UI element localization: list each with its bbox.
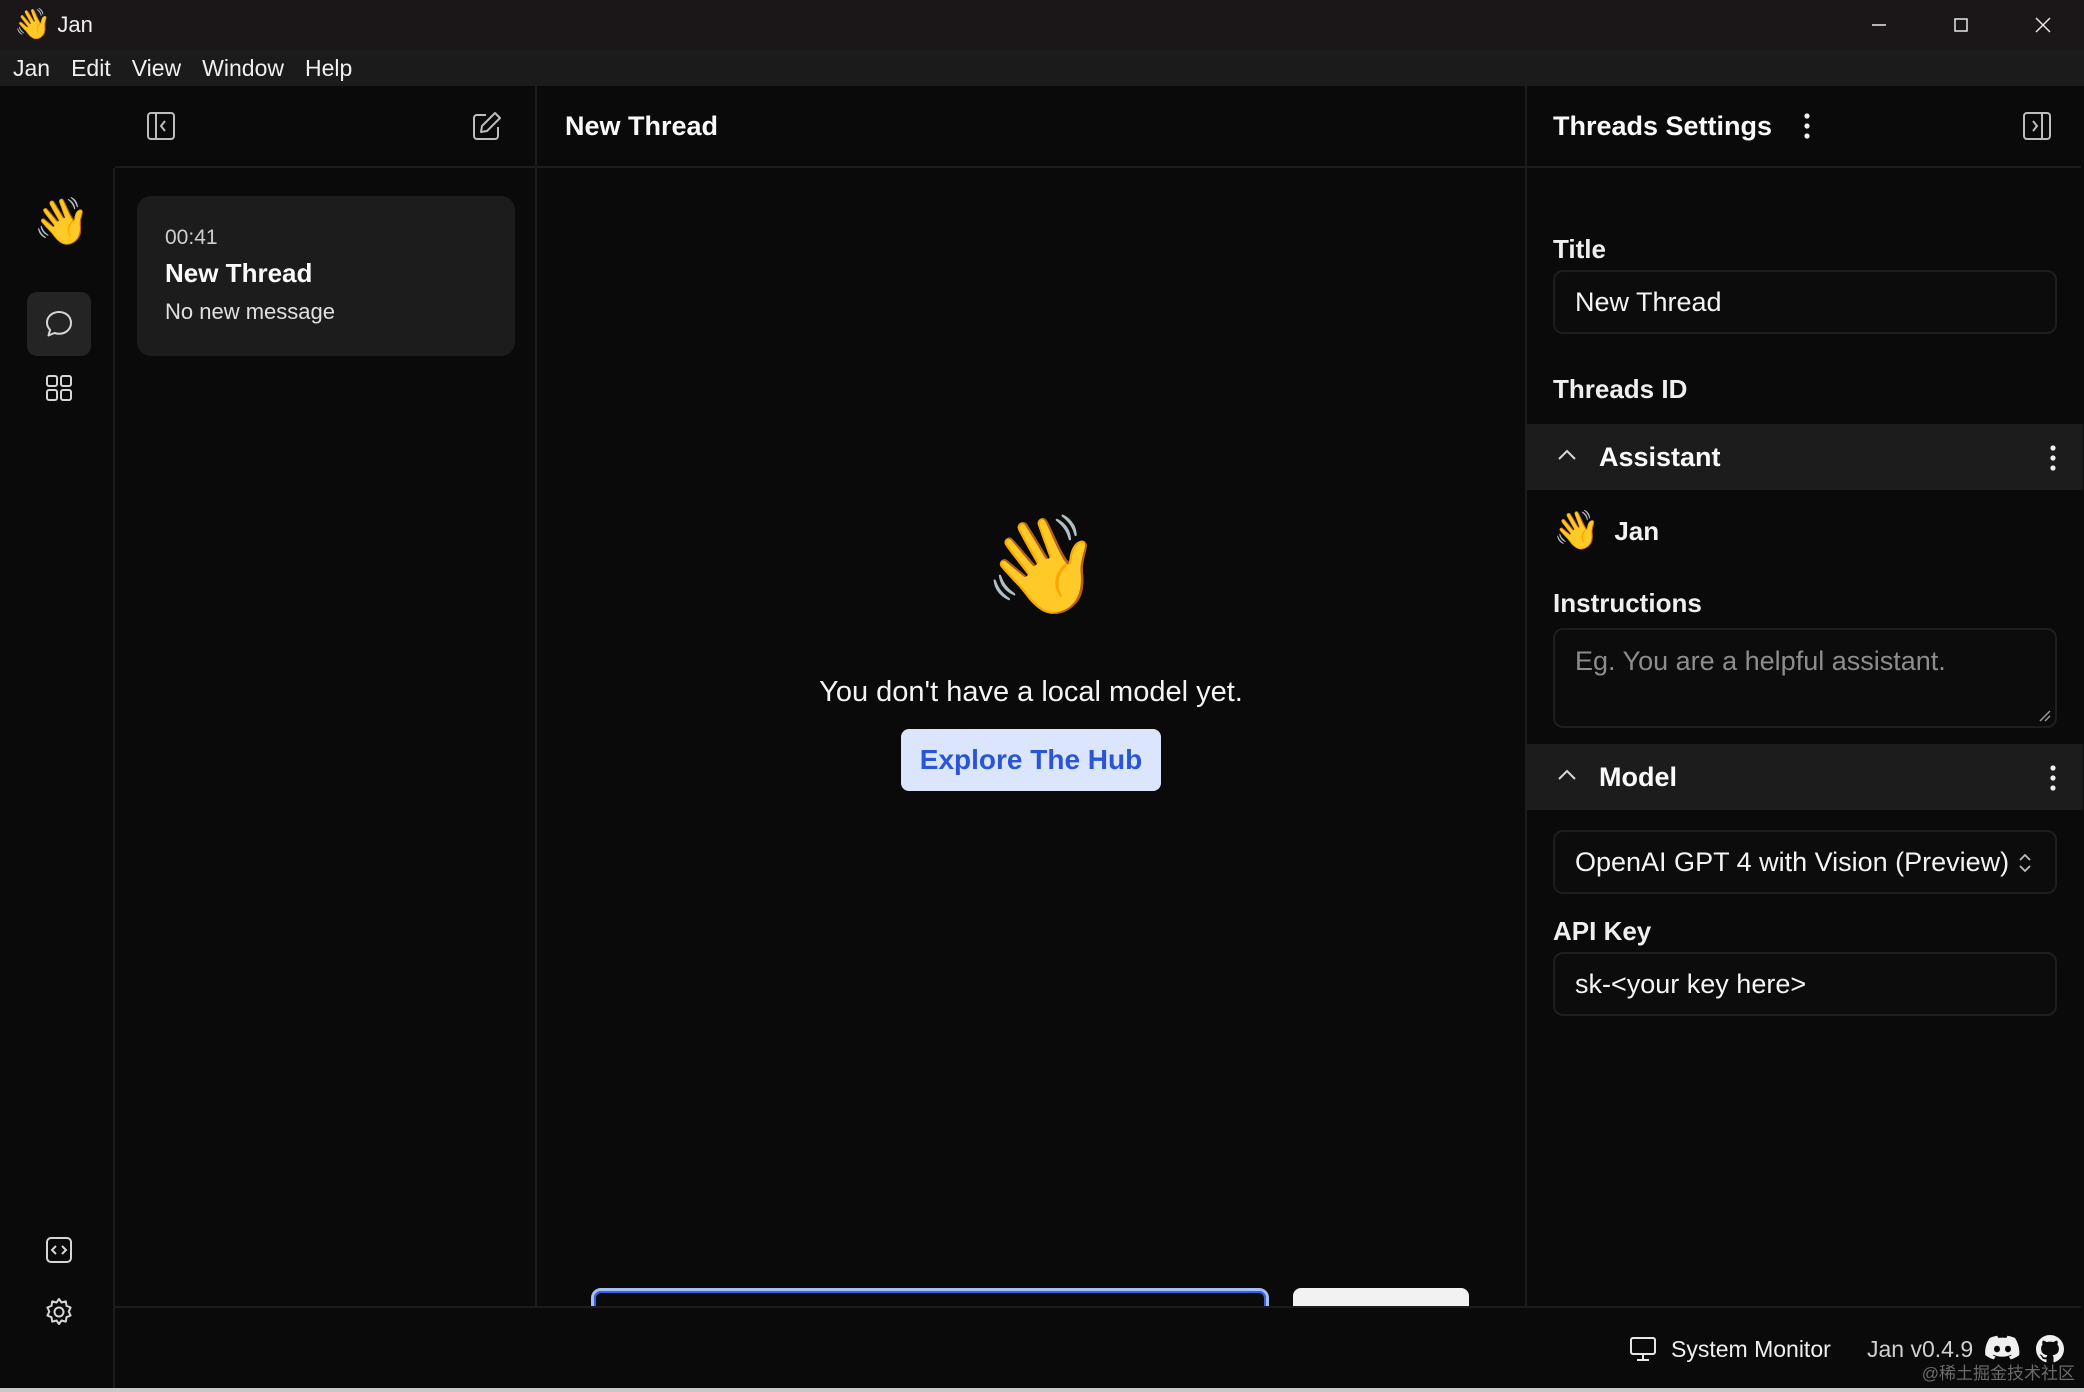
title-field-value: New Thread xyxy=(1575,286,1722,317)
threads-toolbar xyxy=(115,86,537,168)
panel-left-icon xyxy=(147,112,175,140)
thread-time: 00:41 xyxy=(165,226,218,249)
assistant-section-title: Assistant xyxy=(1599,441,1721,472)
chat-nav-button[interactable] xyxy=(27,292,91,356)
more-vertical-icon xyxy=(1804,113,1810,139)
chevron-up-icon xyxy=(1555,763,1579,792)
minimize-icon xyxy=(1872,24,1886,26)
toggle-left-panel-button[interactable] xyxy=(145,110,177,147)
hub-nav-button[interactable] xyxy=(27,356,91,420)
api-key-label: API Key xyxy=(1553,916,1652,946)
assistant-menu-button[interactable] xyxy=(2049,444,2057,477)
close-button[interactable] xyxy=(2002,0,2084,50)
maximize-icon xyxy=(1954,18,1968,32)
thread-title: New Thread xyxy=(565,110,719,141)
more-vertical-icon xyxy=(2050,445,2056,471)
resize-handle-icon[interactable] xyxy=(2037,708,2051,722)
code-icon xyxy=(46,1237,72,1263)
monitor-icon xyxy=(1630,1337,1656,1361)
explore-hub-button[interactable]: Explore The Hub xyxy=(901,729,1161,791)
api-key-field[interactable]: sk-<your key here> xyxy=(1553,952,2057,1016)
window-controls xyxy=(1838,0,2084,50)
threads-id-label: Threads ID xyxy=(1553,374,1688,404)
gear-icon xyxy=(46,1298,72,1325)
maximize-button[interactable] xyxy=(1920,0,2002,50)
new-thread-button[interactable] xyxy=(471,110,503,147)
model-section-title: Model xyxy=(1599,761,1677,792)
assistant-section-header[interactable]: Assistant xyxy=(1527,424,2083,490)
menu-view[interactable]: View xyxy=(132,55,181,82)
title-field[interactable]: New Thread xyxy=(1553,270,2057,334)
window-title: Jan xyxy=(57,12,93,37)
thread-item-title: New Thread xyxy=(165,258,313,288)
local-api-server-button[interactable] xyxy=(27,1218,91,1282)
title-bar: 👋 Jan xyxy=(0,0,2084,50)
model-section-header[interactable]: Model xyxy=(1527,744,2083,810)
bottom-edge xyxy=(0,1388,2084,1392)
chat-header: New Thread xyxy=(537,86,1525,168)
settings-header: Threads Settings xyxy=(1525,86,2081,168)
instructions-textarea[interactable]: Eg. You are a helpful assistant. xyxy=(1553,628,2057,728)
menu-help[interactable]: Help xyxy=(305,55,352,82)
app-window: New Thread Threads Settings 👋 00:41 New … xyxy=(3,86,2083,1388)
menu-window[interactable]: Window xyxy=(202,55,284,82)
minimize-button[interactable] xyxy=(1838,0,1920,50)
app-logo-icon: 👋 xyxy=(14,8,52,41)
left-rail: 👋 xyxy=(3,168,115,1388)
watermark: @稀土掘金技术社区 xyxy=(1921,1364,2075,1383)
empty-state-message: You don't have a local model yet. xyxy=(819,676,1243,708)
assistant-name: Jan xyxy=(1614,515,1660,546)
grid-icon xyxy=(46,375,72,401)
settings-nav-button[interactable] xyxy=(27,1280,91,1344)
menu-edit[interactable]: Edit xyxy=(71,55,111,82)
toggle-right-panel-button[interactable] xyxy=(2021,110,2053,147)
menu-jan[interactable]: Jan xyxy=(13,55,50,82)
system-monitor-label: System Monitor xyxy=(1671,1335,1831,1362)
assistant-avatar-icon: 👋 xyxy=(1553,510,1601,552)
model-select[interactable]: OpenAI GPT 4 with Vision (Preview) xyxy=(1553,830,2057,894)
chevron-up-icon xyxy=(1555,443,1579,472)
chevron-up-down-icon xyxy=(2019,853,2031,873)
chat-bubble-icon xyxy=(46,311,72,337)
instructions-placeholder: Eg. You are a helpful assistant. xyxy=(1575,646,1946,676)
title-label: Title xyxy=(1553,234,1606,264)
thread-preview: No new message xyxy=(165,299,335,324)
thread-settings-panel: Title New Thread Threads ID jan_17113848… xyxy=(1525,168,2083,1388)
jan-logo-icon: 👋 xyxy=(33,195,91,247)
model-select-value: OpenAI GPT 4 with Vision (Preview) xyxy=(1575,846,2010,877)
api-key-value: sk-<your key here> xyxy=(1575,968,1807,999)
status-bar: System Monitor Jan v0.4.9 @稀土掘金技术社区 xyxy=(115,1306,2081,1388)
panel-right-icon xyxy=(2023,112,2051,140)
waving-hand-icon: 👋 xyxy=(983,512,1103,619)
edit-icon xyxy=(473,112,501,140)
assistant-row: 👋 Jan xyxy=(1553,512,1659,550)
thread-list-item[interactable]: 00:41 New Thread No new message xyxy=(137,196,515,356)
close-icon xyxy=(2035,17,2051,33)
more-vertical-icon xyxy=(2050,765,2056,791)
system-monitor-button[interactable]: System Monitor xyxy=(1629,1308,1831,1390)
instructions-label: Instructions xyxy=(1553,588,1702,618)
settings-title: Threads Settings xyxy=(1553,110,1773,141)
threads-panel: 00:41 New Thread No new message xyxy=(115,168,537,1388)
chat-area: 👋 You don't have a local model yet. Expl… xyxy=(537,168,1525,1388)
settings-menu-button[interactable] xyxy=(1803,112,1811,145)
model-menu-button[interactable] xyxy=(2049,764,2057,797)
header-rail xyxy=(3,86,115,168)
menu-bar: Jan Edit View Window Help xyxy=(0,50,2084,86)
